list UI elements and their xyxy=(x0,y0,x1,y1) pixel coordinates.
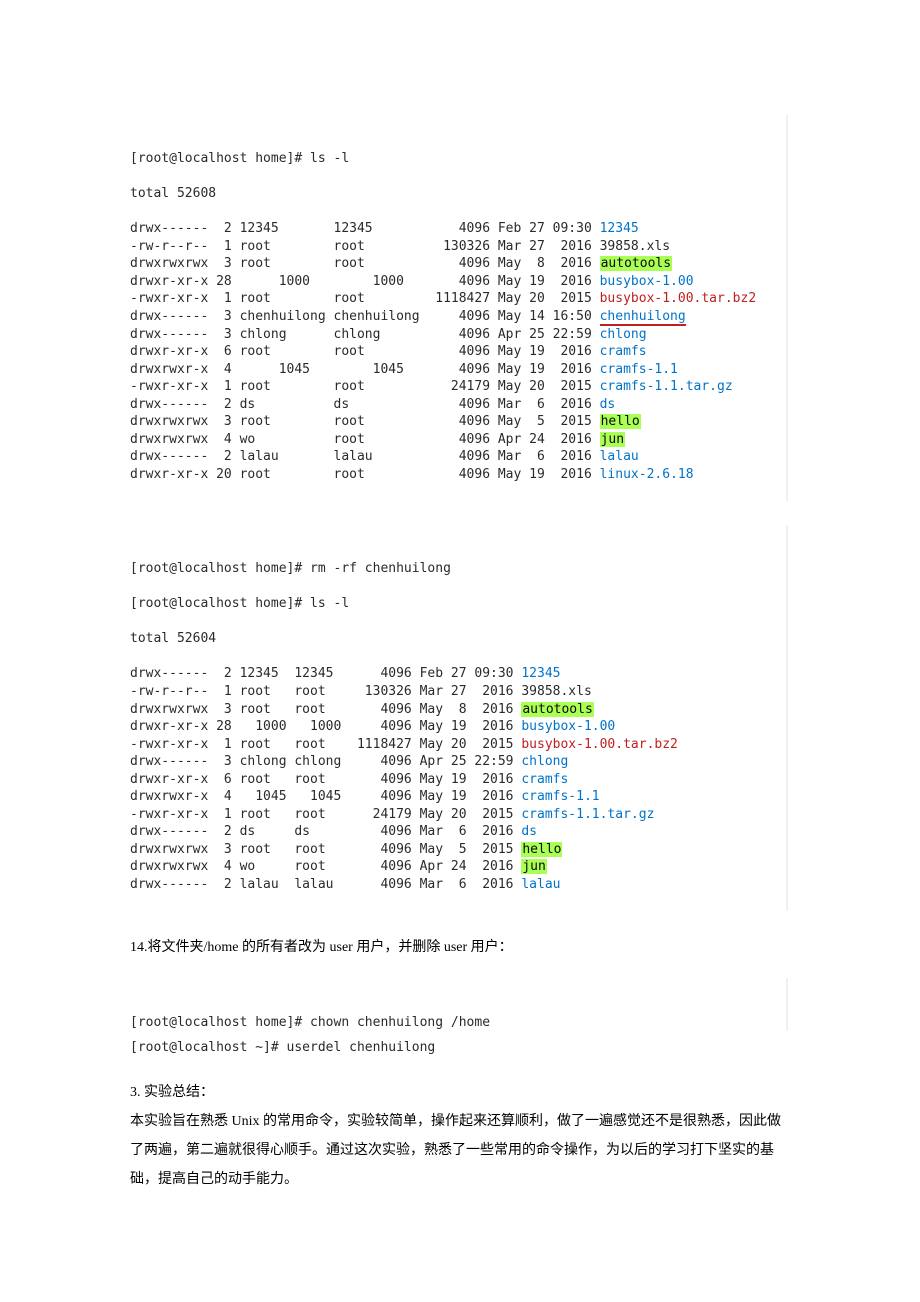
terminal-scrollbar xyxy=(786,978,788,1031)
ls-output-2: drwx------ 2 12345 12345 4096 Feb 27 09:… xyxy=(130,665,788,893)
total-line: total 52608 xyxy=(130,186,216,201)
terminal-block-1: [root@localhost home]# ls -l total 52608… xyxy=(130,115,790,501)
terminal-scrollbar xyxy=(786,525,788,911)
terminal-scrollbar xyxy=(786,115,788,501)
prompt-line: [root@localhost home]# chown chenhuilong… xyxy=(130,1015,490,1030)
prompt-line: [root@localhost home]# rm -rf chenhuilon… xyxy=(130,561,451,576)
summary-title: 3. 实验总结： xyxy=(130,1081,790,1101)
summary-body: 本实验旨在熟悉 Unix 的常用命令，实验较简单，操作起来还算顺利，做了一遍感觉… xyxy=(130,1107,790,1195)
prompt-line: [root@localhost home]# ls -l xyxy=(130,596,349,611)
prompt-line: [root@localhost home]# ls -l xyxy=(130,151,349,166)
terminal-userdel: [root@localhost ~]# userdel chenhuilong xyxy=(130,1039,790,1057)
total-line: total 52604 xyxy=(130,631,216,646)
terminal-chown: [root@localhost home]# chown chenhuilong… xyxy=(130,978,790,1031)
prompt-line: [root@localhost ~]# userdel chenhuilong xyxy=(130,1040,435,1055)
terminal-block-2: [root@localhost home]# rm -rf chenhuilon… xyxy=(130,525,790,911)
ls-output-1: drwx------ 2 12345 12345 4096 Feb 27 09:… xyxy=(130,220,788,483)
step-14-text: 14.将文件夹/home 的所有者改为 user 用户，并删除 user 用户： xyxy=(130,933,790,962)
